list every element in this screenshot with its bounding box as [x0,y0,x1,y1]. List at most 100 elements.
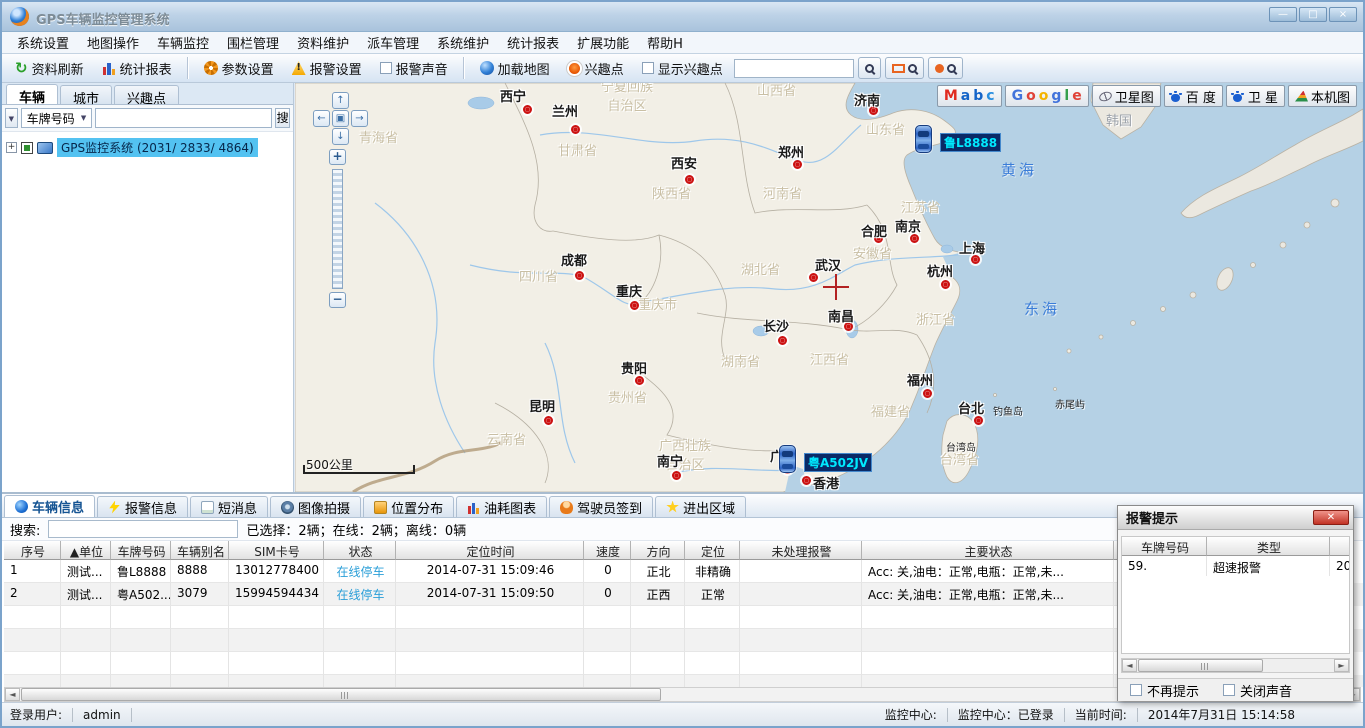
zoom-in-button[interactable]: + [329,149,346,165]
map-canvas[interactable]: 青海省甘肃省宁夏回族自治区山西省陕西省河南省山东省江苏省安徽省湖北省四川省重庆市… [295,83,1363,492]
city-marker[interactable] [575,271,584,280]
menu-item-10[interactable]: 帮助H [638,31,692,54]
menu-item-7[interactable]: 系统维护 [428,31,498,54]
menu-item-3[interactable]: 车辆监控 [148,31,218,54]
load-map-button[interactable]: 加载地图 [473,56,557,81]
alarm-popup-titlebar[interactable]: 报警提示 ✕ [1118,506,1353,530]
city-marker[interactable] [802,476,811,485]
map-provider-satellite-map[interactable]: 卫星图 [1092,85,1161,107]
tab-poi[interactable]: 兴趣点 [114,85,179,104]
tree-search-input[interactable] [95,108,272,128]
refresh-button[interactable]: ↻ 资料刷新 [8,56,91,81]
city-marker[interactable] [630,301,639,310]
city-marker[interactable] [571,125,580,134]
area-search-button[interactable] [885,57,924,79]
column-header[interactable]: 方向 [631,541,685,560]
menu-item-1[interactable]: 系统设置 [8,31,78,54]
scroll-right-icon[interactable]: ► [1334,659,1349,672]
alarm-sound-checkbox[interactable] [380,62,392,74]
city-marker[interactable] [809,273,818,282]
stats-report-button[interactable]: 统计报表 [95,56,179,81]
city-marker[interactable] [844,322,853,331]
zoom-out-button[interactable]: − [329,292,346,308]
column-header[interactable]: 速度 [584,541,631,560]
city-marker[interactable] [910,234,919,243]
poi-button[interactable]: 兴趣点 [561,56,631,81]
no-more-prompt-toggle[interactable]: 不再提示 [1130,681,1199,700]
alarm-close-button[interactable]: ✕ [1313,510,1349,525]
city-marker[interactable] [869,106,878,115]
city-marker[interactable] [941,280,950,289]
city-marker[interactable] [923,389,932,398]
city-marker[interactable] [685,175,694,184]
column-header[interactable]: 时间 [1330,537,1350,556]
menu-item-6[interactable]: 派车管理 [358,31,428,54]
pan-left-button[interactable]: ← [313,110,330,127]
column-header[interactable]: 状态 [324,541,396,560]
column-header[interactable]: 主要状态 [862,541,1114,560]
scroll-left-icon[interactable]: ◄ [5,688,20,701]
menu-item-9[interactable]: 扩展功能 [568,31,638,54]
bottom-tab-location[interactable]: 位置分布 [363,496,454,517]
city-marker[interactable] [635,376,644,385]
tab-vehicle[interactable]: 车辆 [6,84,58,104]
param-settings-button[interactable]: 参数设置 [197,56,281,81]
pan-right-button[interactable]: → [351,110,368,127]
alarm-sound-toggle[interactable]: 报警声音 [373,56,455,81]
map-provider-baidu-satellite[interactable]: 卫 星 [1226,85,1285,107]
tab-city[interactable]: 城市 [60,85,112,104]
mute-sound-toggle[interactable]: 关闭声音 [1223,681,1292,700]
city-marker[interactable] [523,105,532,114]
map-provider-google[interactable]: Google [1005,85,1089,107]
city-marker[interactable] [672,471,681,480]
map-provider-baidu-map[interactable]: 百 度 [1164,85,1223,107]
city-marker[interactable] [971,255,980,264]
pan-down-button[interactable]: ↓ [332,128,349,145]
plate-field-combo[interactable]: 车牌号码 ▼ [21,108,93,128]
no-more-prompt-checkbox[interactable] [1130,684,1142,696]
toolbar-search-input[interactable] [734,59,854,78]
column-header[interactable]: 类型 [1207,537,1330,556]
map-provider-local-map[interactable]: 本机图 [1288,85,1357,107]
menu-item-5[interactable]: 资料维护 [288,31,358,54]
column-header[interactable]: SIM卡号 [229,541,324,560]
city-marker[interactable] [778,336,787,345]
bottom-tab-star[interactable]: 进出区域 [655,496,746,517]
city-marker[interactable] [544,416,553,425]
bottom-tab-message[interactable]: 短消息 [190,496,268,517]
tree-root-node[interactable]: + GPS监控系统 (2031/ 2833/ 4864) [6,138,289,157]
tree-checkbox[interactable] [21,142,33,154]
map-provider-mapabc[interactable]: Mabc [937,85,1002,107]
show-poi-checkbox[interactable] [642,62,654,74]
menu-item-2[interactable]: 地图操作 [78,31,148,54]
alarm-row[interactable]: 59.超速报警20 [1122,556,1349,576]
tree-search-button[interactable]: 搜 [275,108,290,128]
zoom-slider[interactable] [332,169,343,289]
maximize-button[interactable]: □ [1299,7,1327,22]
column-header[interactable]: ▲单位 [61,541,111,560]
poi-search-button[interactable] [928,57,963,79]
scroll-thumb[interactable] [1138,659,1263,672]
column-header[interactable]: 定位 [685,541,740,560]
pan-up-button[interactable]: ↑ [332,92,349,109]
search-mode-dropdown[interactable]: ▼ [5,108,18,128]
column-header[interactable]: 未处理报警 [740,541,862,560]
pan-center-button[interactable]: ▣ [332,110,349,127]
mute-sound-checkbox[interactable] [1223,684,1235,696]
column-header[interactable]: 车牌号码 [1122,537,1207,556]
close-button[interactable]: × [1329,7,1357,22]
bottom-tab-driver[interactable]: 驾驶员签到 [549,496,653,517]
city-marker[interactable] [793,160,802,169]
city-marker[interactable] [974,416,983,425]
alarm-hscrollbar[interactable]: ◄ ► [1121,658,1350,673]
column-header[interactable]: 定位时间 [396,541,584,560]
column-header[interactable]: 车辆别名 [171,541,229,560]
column-header[interactable]: 车牌号码 [111,541,171,560]
expand-icon[interactable]: + [6,142,17,153]
alarm-settings-button[interactable]: 报警设置 [285,56,369,81]
scroll-thumb[interactable] [21,688,661,701]
search-button[interactable] [858,57,881,79]
city-marker[interactable] [874,234,883,243]
bottom-tab-globe2[interactable]: 车辆信息 [4,495,95,517]
menu-item-4[interactable]: 围栏管理 [218,31,288,54]
